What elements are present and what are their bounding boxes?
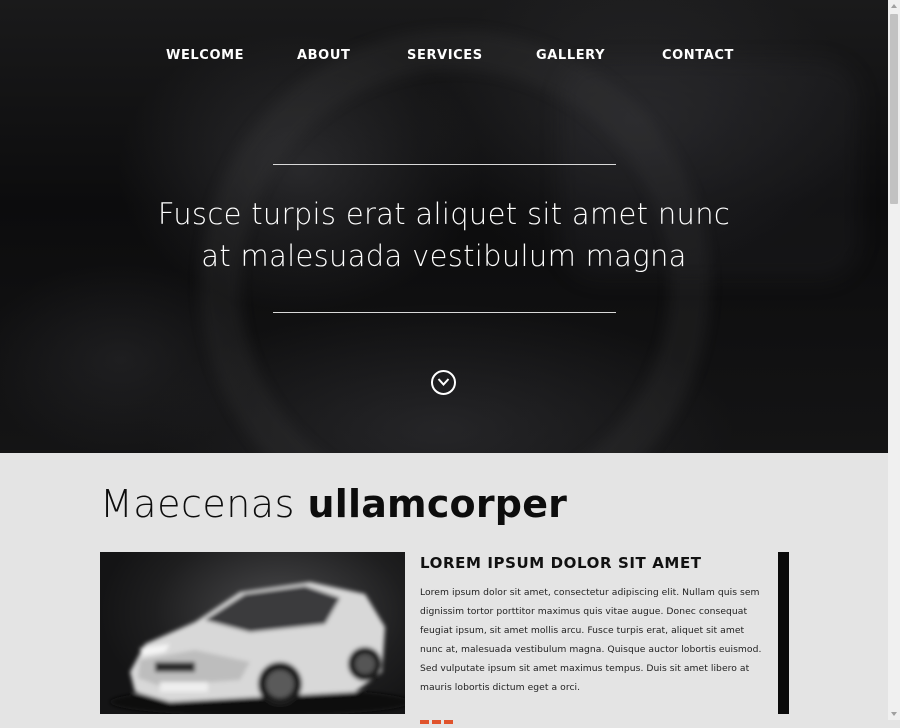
tagline-bottom-divider: [273, 312, 616, 313]
hero-tagline: Fusce turpis erat aliquet sit amet nunc …: [0, 193, 888, 277]
section-title: Maecenas ullamcorper: [100, 482, 567, 526]
nav-item-gallery[interactable]: GALLERY: [536, 48, 605, 63]
card-side-accent-bar: [778, 552, 789, 714]
card-pagination-dots: [420, 709, 456, 724]
scrollbar-thumb[interactable]: [890, 14, 898, 204]
pagination-dot[interactable]: [420, 720, 429, 724]
scroll-up-arrow-icon[interactable]: [888, 0, 900, 12]
scroll-down-button[interactable]: [431, 370, 456, 395]
section-title-bold: ullamcorper: [307, 482, 568, 526]
nav-item-welcome[interactable]: WELCOME: [166, 48, 244, 63]
nav-item-contact[interactable]: CONTACT: [662, 48, 734, 63]
card-body-text: Lorem ipsum dolor sit amet, consectetur …: [420, 587, 762, 693]
nav-item-about[interactable]: ABOUT: [297, 48, 350, 63]
hero-banner: WELCOME ABOUT SERVICES GALLERY CONTACT F…: [0, 0, 888, 453]
pagination-dot[interactable]: [432, 720, 441, 724]
car-illustration: [110, 582, 405, 714]
pagination-dot[interactable]: [444, 720, 453, 724]
tagline-top-divider: [273, 164, 616, 165]
section-title-light: Maecenas: [100, 482, 295, 526]
nav-item-services[interactable]: SERVICES: [407, 48, 483, 63]
chevron-down-icon: [437, 378, 450, 386]
scroll-down-arrow-icon[interactable]: [888, 708, 900, 720]
hero-tagline-line-2: at malesuada vestibulum magna: [201, 239, 687, 273]
hero-tagline-line-1: Fusce turpis erat aliquet sit amet nunc: [157, 197, 731, 231]
card-heading: LOREM IPSUM DOLOR SIT AMET: [420, 554, 702, 572]
page-scrollbar[interactable]: [888, 0, 900, 720]
main-nav: WELCOME ABOUT SERVICES GALLERY CONTACT: [0, 48, 888, 68]
car-photo: [100, 552, 405, 714]
